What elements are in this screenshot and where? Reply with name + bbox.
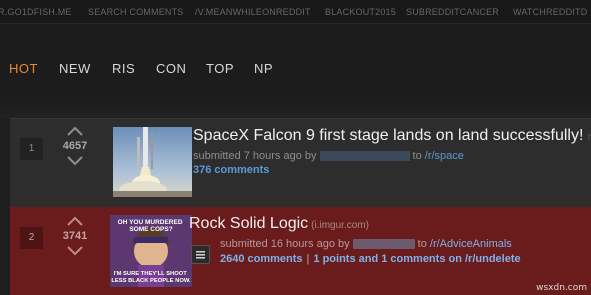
to-text: to [412, 150, 422, 162]
post-meta: submitted 7 hours ago by to /r/space [193, 150, 464, 162]
rocket-launch-thumbnail[interactable] [113, 127, 192, 197]
post-actions: 2640 comments | 1 points and 1 comments on… [220, 253, 521, 265]
subreddit-link[interactable]: /V.MEANWHILEONREDDIT [195, 7, 311, 17]
link-separator: | [306, 253, 310, 265]
vote-box: 3741 [57, 216, 93, 256]
downvote-arrow-icon[interactable] [66, 155, 84, 166]
post-title[interactable]: SpaceX Falcon 9 first stage lands on lan… [193, 127, 583, 144]
meme-bottom-text: I'M SURE THEY'LL SHOOT LESS BLACK PEOPLE… [111, 271, 191, 284]
subreddit-link[interactable]: BLACKOUT2015 [325, 7, 396, 17]
meme-bottom-line: I'M SURE THEY'LL SHOOT [114, 271, 188, 277]
subreddit-link[interactable]: /r/space [425, 150, 464, 162]
subreddit-link[interactable]: SEARCH COMMENTS [88, 7, 184, 17]
tab-np[interactable]: NP [254, 61, 273, 76]
divider [0, 100, 591, 118]
post-title-group: SpaceX Falcon 9 first stage lands on lan… [193, 127, 591, 145]
subreddit-link[interactable]: R.GO1DFISH.ME [0, 7, 72, 17]
subreddit-bar: R.GO1DFISH.ME SEARCH COMMENTS /V.MEANWHI… [0, 0, 591, 24]
post-title-overflow: tw [587, 132, 591, 143]
comments-link[interactable]: 376 comments [193, 164, 269, 176]
submitted-text: submitted 7 hours ago by [193, 150, 317, 162]
post-meta: submitted 16 hours ago by to /r/AdviceAni… [220, 238, 512, 250]
post-rank: 1 [20, 138, 43, 160]
upvote-arrow-icon[interactable] [66, 216, 84, 227]
meme-bottom-line: LESS BLACK PEOPLE NOW. [111, 278, 191, 284]
tab-new[interactable]: NEW [59, 61, 91, 76]
expando-button[interactable] [191, 245, 210, 264]
tab-rising[interactable]: RIS [112, 61, 135, 76]
redacted-username [319, 151, 410, 162]
meme-top-line: SOME COPS? [129, 226, 172, 233]
post-domain[interactable]: (i.imgur.com) [311, 220, 369, 231]
subreddit-link[interactable]: WATCHREDDITD [513, 7, 587, 17]
post-title[interactable]: Rock Solid Logic [189, 215, 308, 232]
post-rank: 2 [20, 227, 43, 249]
post-score: 3741 [62, 230, 88, 242]
meme-thumbnail[interactable]: OH YOU MURDERED SOME COPS? I'M SURE THEY… [110, 215, 192, 287]
post-item: 1 4657 SpaceX Falcon 9 first stage lands… [10, 118, 591, 207]
post-title-group: Rock Solid Logic (i.imgur.com) [189, 215, 369, 233]
downvote-arrow-icon[interactable] [66, 245, 84, 256]
post-item: 2 3741 OH YOU MURDERED SOME COPS? I'M SU… [10, 207, 591, 295]
redacted-username [352, 239, 415, 250]
undelete-link[interactable]: 1 points and 1 comments on /r/undelete [313, 253, 520, 265]
subreddit-link[interactable]: SUBREDDITCANCER [406, 7, 499, 17]
tab-controversial[interactable]: CON [156, 61, 186, 76]
to-text: to [417, 238, 427, 250]
comments-link[interactable]: 2640 comments [220, 253, 303, 265]
post-score: 4657 [62, 140, 88, 152]
upvote-arrow-icon[interactable] [66, 126, 84, 137]
post-actions: 376 comments [193, 164, 269, 176]
tab-hot[interactable]: HOT [9, 61, 38, 76]
text-lines-icon [196, 251, 205, 259]
watermark: wsxdn.com [536, 283, 587, 293]
tab-top[interactable]: TOP [206, 61, 234, 76]
submitted-text: submitted 16 hours ago by [220, 238, 350, 250]
meme-top-line: OH YOU MURDERED [118, 219, 183, 226]
vote-box: 4657 [57, 126, 93, 166]
subreddit-link[interactable]: /r/AdviceAnimals [430, 238, 512, 250]
